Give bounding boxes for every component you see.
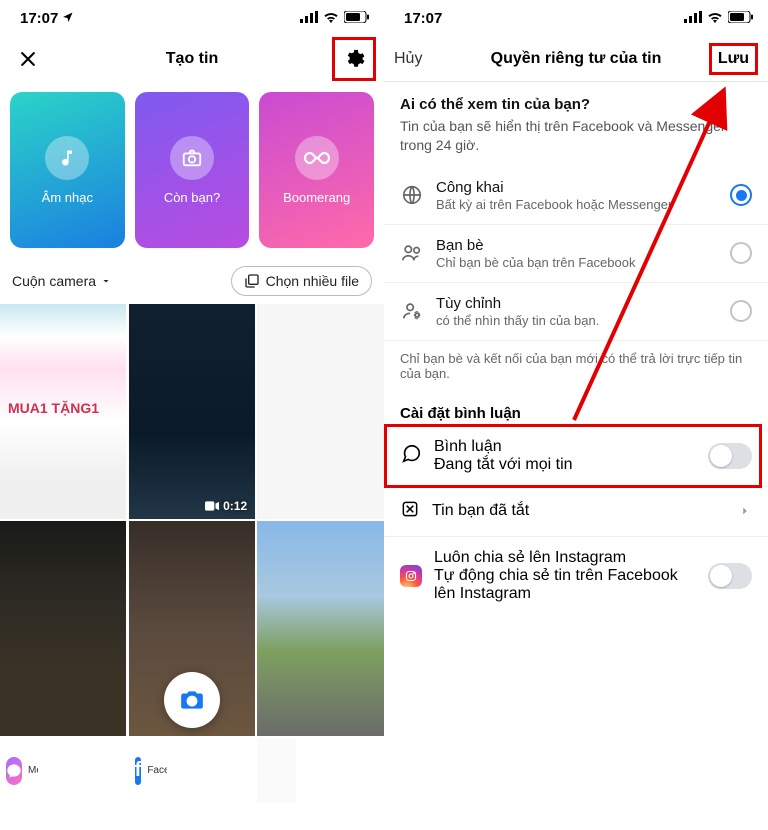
- facebook-icon: f: [135, 757, 142, 785]
- thumb-item[interactable]: [129, 521, 255, 736]
- gallery-toolbar: Cuộn camera Chọn nhiều file: [0, 256, 384, 304]
- option-sub: Bất kỳ ai trên Facebook hoặc Messenger: [436, 197, 718, 212]
- row-label: Bình luận: [434, 438, 696, 456]
- friends-icon: [400, 241, 424, 265]
- thumbnail-grid: MUA1 TẶNG1 0:12 Messenger: [0, 304, 384, 803]
- mute-icon: [400, 499, 420, 524]
- promo-text: MUA1 TẶNG1: [8, 400, 99, 416]
- radio-unselected[interactable]: [730, 300, 752, 322]
- infinity-icon: [295, 136, 339, 180]
- page-title: Tạo tin: [0, 50, 384, 68]
- wifi-icon: [707, 10, 723, 27]
- video-badge: 0:12: [205, 499, 247, 513]
- screen-story-privacy: 17:07 Hủy Quyền riêng tư của tin Lưu Ai …: [384, 0, 768, 830]
- card-add-yours[interactable]: Còn bạn?: [135, 92, 250, 248]
- clock-time: 17:07: [20, 10, 58, 27]
- thumb-item[interactable]: f Facebook: [129, 738, 167, 803]
- cancel-button[interactable]: Hủy: [394, 50, 422, 68]
- option-sub: có thể nhìn thấy tin của bạn.: [436, 313, 718, 328]
- option-label: Tùy chỉnh: [436, 295, 718, 312]
- toggle-off[interactable]: [708, 443, 752, 469]
- battery-icon: [344, 10, 370, 27]
- comment-toggle-row[interactable]: Bình luận Đang tắt với mọi tin: [384, 426, 768, 487]
- clock-time: 17:07: [404, 10, 442, 27]
- card-label: Âm nhạc: [42, 190, 93, 205]
- header-create-story: Tạo tin: [0, 36, 384, 82]
- instagram-share-row[interactable]: Luôn chia sẻ lên Instagram Tự động chia …: [384, 537, 768, 615]
- wifi-icon: [323, 10, 339, 27]
- dropdown-label: Cuộn camera: [12, 273, 96, 289]
- chevron-down-icon: [100, 275, 112, 287]
- thumb-item[interactable]: MUA1 TẶNG1: [0, 304, 126, 519]
- settings-button[interactable]: [332, 37, 376, 81]
- story-type-cards: Âm nhạc Còn bạn? Boomerang: [0, 82, 384, 256]
- comment-settings-heading: Cài đặt bình luận: [384, 387, 768, 426]
- who-can-see-section: Ai có thể xem tin của bạn? Tin của bạn s…: [384, 82, 768, 159]
- gear-icon: [343, 48, 365, 70]
- screen-create-story: 17:07 Tạo tin: [0, 0, 384, 830]
- person-gear-icon: [400, 299, 424, 323]
- camera-fab[interactable]: [164, 672, 220, 728]
- instagram-icon: [400, 565, 422, 587]
- camera-icon: [170, 136, 214, 180]
- option-label: Công khai: [436, 179, 718, 196]
- card-music[interactable]: Âm nhạc: [10, 92, 125, 248]
- option-sub: Chỉ bạn bè của bạn trên Facebook: [436, 255, 718, 270]
- section-heading: Ai có thể xem tin của bạn?: [400, 96, 752, 113]
- pill-label: Chọn nhiều file: [266, 273, 359, 289]
- option-custom[interactable]: Tùy chỉnh có thể nhìn thấy tin của bạn.: [384, 283, 768, 341]
- music-icon: [45, 136, 89, 180]
- globe-icon: [400, 183, 424, 207]
- card-boomerang[interactable]: Boomerang: [259, 92, 374, 248]
- thumb-item[interactable]: [0, 521, 126, 736]
- chevron-right-icon: [738, 504, 752, 518]
- messenger-icon: [6, 757, 22, 785]
- battery-icon: [728, 10, 754, 27]
- audience-options: Công khai Bất kỳ ai trên Facebook hoặc M…: [384, 167, 768, 341]
- card-label: Boomerang: [283, 190, 350, 205]
- signal-icon: [684, 10, 702, 27]
- row-label: Tin bạn đã tắt: [432, 502, 726, 520]
- radio-unselected[interactable]: [730, 242, 752, 264]
- thumb-item[interactable]: 0:12: [129, 304, 255, 519]
- option-label: Bạn bè: [436, 237, 718, 254]
- multi-select-button[interactable]: Chọn nhiều file: [231, 266, 372, 296]
- stack-icon: [244, 273, 260, 289]
- muted-stories-row[interactable]: Tin bạn đã tắt: [384, 487, 768, 537]
- radio-selected[interactable]: [730, 184, 752, 206]
- row-sub: Đang tắt với mọi tin: [434, 456, 696, 474]
- card-label: Còn bạn?: [164, 190, 220, 205]
- status-bar: 17:07: [384, 0, 768, 36]
- app-label: Facebook: [147, 765, 167, 776]
- thumb-item[interactable]: [257, 304, 383, 519]
- reply-note: Chỉ bạn bè và kết nối của bạn mới có thể…: [384, 341, 768, 387]
- toggle-off[interactable]: [708, 563, 752, 589]
- app-label: Messenger: [28, 765, 38, 776]
- thumb-item[interactable]: Messenger: [0, 738, 38, 803]
- thumb-item[interactable]: [257, 521, 383, 736]
- save-button[interactable]: Lưu: [709, 43, 758, 75]
- option-public[interactable]: Công khai Bất kỳ ai trên Facebook hoặc M…: [384, 167, 768, 225]
- row-label: Luôn chia sẻ lên Instagram: [434, 549, 696, 567]
- thumb-item[interactable]: [257, 738, 295, 803]
- signal-icon: [300, 10, 318, 27]
- camera-roll-dropdown[interactable]: Cuộn camera: [12, 273, 112, 289]
- option-friends[interactable]: Bạn bè Chỉ bạn bè của bạn trên Facebook: [384, 225, 768, 283]
- header-privacy: Hủy Quyền riêng tư của tin Lưu: [384, 36, 768, 82]
- comment-icon: [400, 442, 422, 469]
- section-subtext: Tin của bạn sẽ hiển thị trên Facebook và…: [400, 117, 752, 155]
- row-sub: Tự động chia sẻ tin trên Facebook lên In…: [434, 567, 696, 603]
- location-icon: [62, 10, 74, 27]
- status-bar: 17:07: [0, 0, 384, 36]
- close-button[interactable]: [8, 39, 48, 79]
- video-duration: 0:12: [223, 499, 247, 513]
